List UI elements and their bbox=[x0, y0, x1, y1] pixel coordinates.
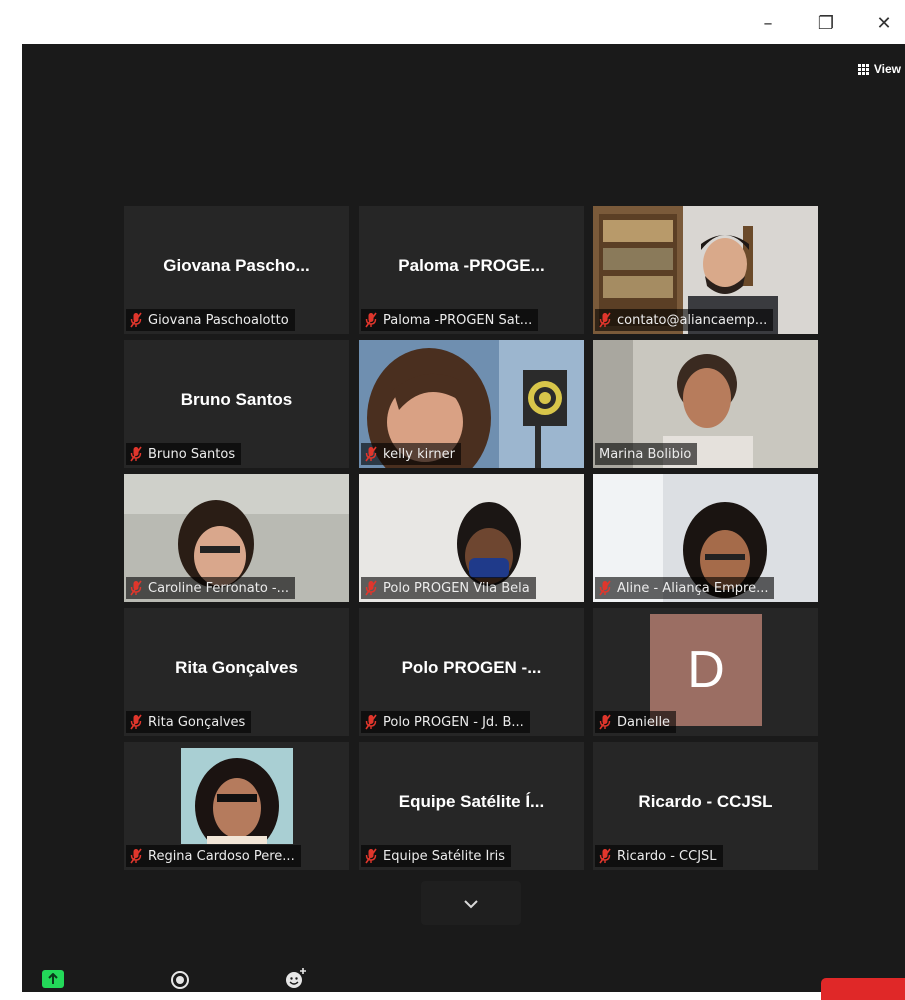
participant-label: Marina Bolibio bbox=[595, 443, 698, 465]
muted-mic-icon bbox=[365, 848, 377, 864]
participant-label: Caroline Ferronato -... bbox=[126, 577, 296, 599]
view-label: View bbox=[873, 62, 901, 76]
participant-tile-caroline[interactable]: Caroline Ferronato -... bbox=[124, 474, 349, 602]
participant-label: contato@aliancaemp... bbox=[595, 309, 774, 331]
participant-tile-equipe-satelite[interactable]: Equipe Satélite Í... Equipe Satélite Íri… bbox=[359, 742, 584, 870]
participant-label: Regina Cardoso Pere... bbox=[126, 845, 301, 867]
participant-label: Paloma -PROGEN Sat... bbox=[361, 309, 539, 331]
participant-label: Aline - Aliança Empre... bbox=[595, 577, 775, 599]
participant-tile-polo-vila-bela[interactable]: Polo PROGEN Vila Bela bbox=[359, 474, 584, 602]
profile-photo bbox=[181, 748, 293, 844]
avatar: D bbox=[650, 614, 762, 726]
participant-name: Giovana Pascho... bbox=[163, 256, 310, 275]
participant-label: Rita Gonçalves bbox=[126, 711, 252, 733]
arrow-up-icon bbox=[48, 970, 58, 989]
participant-tile-marina-active-speaker[interactable]: Marina Bolibio bbox=[593, 340, 818, 468]
muted-mic-icon bbox=[599, 312, 611, 328]
close-button[interactable]: ✕ bbox=[864, 8, 904, 38]
muted-mic-icon bbox=[599, 848, 611, 864]
participant-tile-giovana[interactable]: Giovana Pascho... Giovana Paschoalotto bbox=[124, 206, 349, 334]
participant-label: kelly kirner bbox=[361, 443, 461, 465]
muted-mic-icon bbox=[130, 312, 142, 328]
participant-label: Ricardo - CCJSL bbox=[595, 845, 723, 867]
participant-tile-regina[interactable]: Regina Cardoso Pere... bbox=[124, 742, 349, 870]
participant-name: Polo PROGEN -... bbox=[401, 658, 542, 677]
reactions-button[interactable] bbox=[284, 966, 308, 994]
participant-tile-contato[interactable]: contato@aliancaemp... bbox=[593, 206, 818, 334]
participant-label: Bruno Santos bbox=[126, 443, 242, 465]
grid-icon bbox=[857, 63, 869, 75]
end-meeting-button[interactable] bbox=[821, 978, 905, 1000]
next-page-button[interactable] bbox=[421, 881, 521, 925]
participant-tile-aline[interactable]: Aline - Aliança Empre... bbox=[593, 474, 818, 602]
participant-name: Ricardo - CCJSL bbox=[638, 792, 773, 811]
record-icon bbox=[170, 971, 190, 994]
muted-mic-icon bbox=[365, 714, 377, 730]
muted-mic-icon bbox=[365, 580, 377, 596]
participant-label: Polo PROGEN Vila Bela bbox=[361, 577, 536, 599]
participant-tile-kelly[interactable]: kelly kirner bbox=[359, 340, 584, 468]
record-button[interactable] bbox=[170, 970, 190, 994]
participant-tile-danielle[interactable]: D Danielle bbox=[593, 608, 818, 736]
muted-mic-icon bbox=[599, 580, 611, 596]
participant-name: Rita Gonçalves bbox=[175, 658, 298, 677]
view-button[interactable]: View bbox=[857, 62, 901, 76]
muted-mic-icon bbox=[599, 714, 611, 730]
participant-name: Paloma -PROGE... bbox=[398, 256, 545, 275]
muted-mic-icon bbox=[130, 446, 142, 462]
minimize-button[interactable]: – bbox=[748, 8, 788, 38]
participant-label: Equipe Satélite Íris bbox=[361, 845, 512, 867]
participant-label: Polo PROGEN - Jd. B... bbox=[361, 711, 530, 733]
participant-tile-ricardo[interactable]: Ricardo - CCJSL Ricardo - CCJSL bbox=[593, 742, 818, 870]
chevron-down-icon bbox=[463, 894, 479, 913]
window-titlebar: – ❐ ✕ bbox=[0, 0, 905, 44]
muted-mic-icon bbox=[130, 848, 142, 864]
restore-button[interactable]: ❐ bbox=[806, 8, 846, 38]
muted-mic-icon bbox=[365, 446, 377, 462]
participant-name: Equipe Satélite Í... bbox=[398, 792, 545, 811]
share-screen-button[interactable] bbox=[42, 970, 64, 988]
participant-tile-rita[interactable]: Rita Gonçalves Rita Gonçalves bbox=[124, 608, 349, 736]
muted-mic-icon bbox=[130, 580, 142, 596]
meeting-controls bbox=[22, 956, 905, 1000]
muted-mic-icon bbox=[365, 312, 377, 328]
muted-mic-icon bbox=[130, 714, 142, 730]
participant-name: Bruno Santos bbox=[180, 390, 293, 409]
participant-tile-paloma[interactable]: Paloma -PROGE... Paloma -PROGEN Sat... bbox=[359, 206, 584, 334]
meeting-gallery-view: View Giovana Pascho... Giovana Paschoalo… bbox=[22, 44, 905, 1000]
participant-label: Danielle bbox=[595, 711, 677, 733]
participant-label: Giovana Paschoalotto bbox=[126, 309, 295, 331]
participant-tile-polo-jd[interactable]: Polo PROGEN -... Polo PROGEN - Jd. B... bbox=[359, 608, 584, 736]
smiley-plus-icon bbox=[284, 968, 308, 994]
participant-tile-bruno[interactable]: Bruno Santos Bruno Santos bbox=[124, 340, 349, 468]
